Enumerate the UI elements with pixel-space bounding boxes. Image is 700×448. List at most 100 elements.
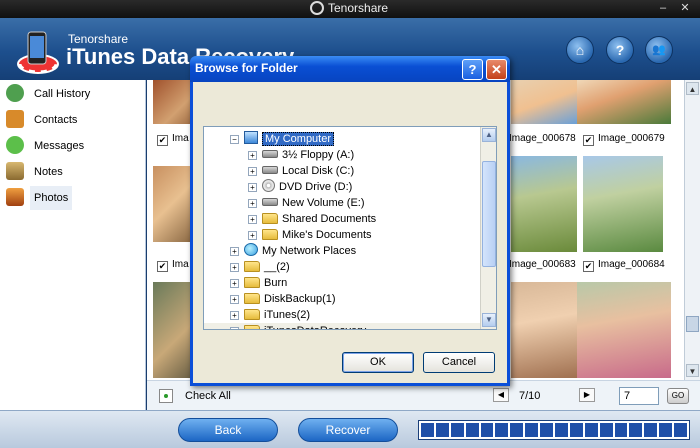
tree-item[interactable]: + My Network Places [230, 243, 356, 259]
ok-button[interactable]: OK [342, 352, 414, 373]
dvd-drive-icon [262, 179, 275, 192]
tree-item[interactable]: + Mike's Documents [248, 227, 372, 243]
tree-item[interactable]: + Local Disk (C:) [248, 163, 354, 179]
close-window-button[interactable]: ✕ [678, 2, 692, 15]
check-all-checkbox[interactable] [159, 389, 173, 403]
photo-checkbox[interactable]: ✔ [157, 135, 168, 146]
sidebar-item-photos[interactable]: Photos [2, 186, 142, 210]
expand-icon[interactable]: + [230, 311, 239, 320]
expand-icon[interactable]: + [248, 231, 257, 240]
photo-caption[interactable]: ✔ Ima [157, 258, 189, 272]
expand-icon[interactable]: + [230, 247, 239, 256]
sidebar-item-contacts[interactable]: Contacts [2, 108, 142, 132]
cancel-button[interactable]: Cancel [423, 352, 495, 373]
iphone-lifebuoy-logo-icon [17, 31, 59, 74]
progress-segment [555, 423, 568, 437]
progress-segment [495, 423, 509, 437]
tree-item[interactable]: + __(2) [230, 259, 290, 275]
dialog-close-button[interactable]: ✕ [486, 59, 507, 80]
photo-caption[interactable]: ✔ Image_000684 [583, 258, 665, 272]
folder-icon [262, 229, 278, 240]
progress-segment [540, 423, 554, 437]
tree-item[interactable]: + DVD Drive (D:) [248, 179, 352, 195]
sidebar-item-label: Call History [34, 88, 91, 100]
tree-item[interactable]: + Shared Documents [248, 211, 376, 227]
photo-thumbnail[interactable] [577, 282, 671, 378]
scroll-up-icon[interactable]: ▲ [482, 128, 496, 142]
window-titlebar: Tenorshare – ✕ [0, 0, 700, 18]
photo-thumbnail[interactable] [511, 156, 577, 252]
tree-item-label: DiskBackup(1) [264, 293, 336, 305]
browse-folder-dialog: Browse for Folder ? ✕ ▲ ▼ − My Computer +3… [190, 56, 510, 386]
expand-icon[interactable]: + [248, 199, 257, 208]
account-button[interactable]: 👥 [645, 36, 673, 64]
progress-segment [510, 423, 524, 437]
prev-page-button[interactable]: ◀ [493, 388, 509, 402]
photo-thumbnail[interactable] [577, 80, 671, 124]
tree-item-label: __(2) [264, 261, 290, 273]
expand-icon[interactable]: + [248, 151, 257, 160]
expand-icon[interactable]: + [230, 327, 239, 329]
tree-item[interactable]: + iTunesDataRecovery [230, 323, 366, 329]
tree-item[interactable]: + iTunes(2) [230, 307, 310, 323]
expand-icon[interactable]: + [230, 279, 239, 288]
tree-item-label: New Volume (E:) [282, 197, 365, 209]
dialog-help-button[interactable]: ? [462, 59, 483, 80]
folder-tree: ▲ ▼ − My Computer +3½ Floppy (A:) + Local Di… [203, 126, 497, 330]
home-button[interactable]: ⌂ [566, 36, 594, 64]
tree-item-label: Mike's Documents [282, 229, 372, 241]
tree-item-label: iTunes(2) [264, 309, 311, 321]
tree-scrollbar[interactable]: ▲ ▼ [480, 127, 496, 329]
scrollbar-thumb[interactable] [686, 316, 699, 332]
sidebar-item-messages[interactable]: Messages [2, 134, 142, 158]
scroll-down-icon[interactable]: ▼ [482, 313, 496, 327]
go-button[interactable]: GO [667, 388, 689, 404]
progress-segment [629, 423, 643, 437]
expand-icon[interactable]: + [248, 167, 257, 176]
help-icon: ? [615, 42, 625, 58]
page-number-input[interactable] [619, 387, 659, 405]
scroll-down-icon[interactable]: ▼ [686, 364, 699, 377]
help-button[interactable]: ? [606, 36, 634, 64]
photo-caption[interactable]: ✔ Ima [157, 132, 189, 146]
collapse-icon[interactable]: − [230, 135, 239, 144]
minimize-button[interactable]: – [656, 2, 670, 15]
tree-item[interactable]: +3½ Floppy (A:) [248, 147, 354, 163]
footer-bar: Back Recover [0, 410, 700, 448]
expand-icon[interactable]: + [248, 215, 257, 224]
scroll-up-icon[interactable]: ▲ [686, 82, 699, 95]
photo-checkbox[interactable]: ✔ [583, 135, 594, 146]
photo-thumbnail[interactable] [583, 156, 663, 252]
expand-icon[interactable]: + [230, 263, 239, 272]
call-history-icon [6, 84, 24, 102]
sidebar-item-label: Notes [34, 166, 63, 178]
recover-button[interactable]: Recover [298, 418, 398, 442]
folder-icon [262, 213, 278, 224]
expand-icon[interactable]: + [230, 295, 239, 304]
tree-item[interactable]: + New Volume (E:) [248, 195, 365, 211]
photo-checkbox[interactable]: ✔ [157, 261, 168, 272]
photo-thumbnail[interactable] [511, 80, 577, 124]
sidebar-item-label: Photos [30, 186, 73, 210]
folder-icon [244, 277, 260, 288]
photo-caption[interactable]: ✔ Image_000679 [583, 132, 665, 146]
photo-checkbox[interactable]: ✔ [583, 261, 594, 272]
tree-item-label: My Network Places [262, 245, 357, 257]
tree-item[interactable]: + DiskBackup(1) [230, 291, 336, 307]
tree-item[interactable]: + Burn [230, 275, 287, 291]
brand-name: Tenorshare [328, 1, 389, 15]
scrollbar-thumb[interactable] [482, 161, 496, 267]
back-button[interactable]: Back [178, 418, 278, 442]
expand-icon[interactable]: + [248, 183, 257, 192]
tree-item[interactable]: − My Computer [230, 131, 335, 147]
photo-thumbnail[interactable] [511, 282, 577, 378]
dialog-body: ▲ ▼ − My Computer +3½ Floppy (A:) + Local Di… [193, 82, 507, 383]
next-page-button[interactable]: ▶ [579, 388, 595, 402]
check-all-label: Check All [185, 390, 231, 402]
tree-item-label: My Computer [262, 132, 335, 146]
brand: Tenorshare [310, 1, 388, 15]
page-indicator: 7/10 [519, 390, 541, 402]
sidebar-item-notes[interactable]: Notes [2, 160, 142, 184]
photo-grid-scrollbar[interactable]: ▲ ▼ [684, 80, 700, 380]
sidebar-item-call-history[interactable]: Call History [2, 82, 142, 106]
